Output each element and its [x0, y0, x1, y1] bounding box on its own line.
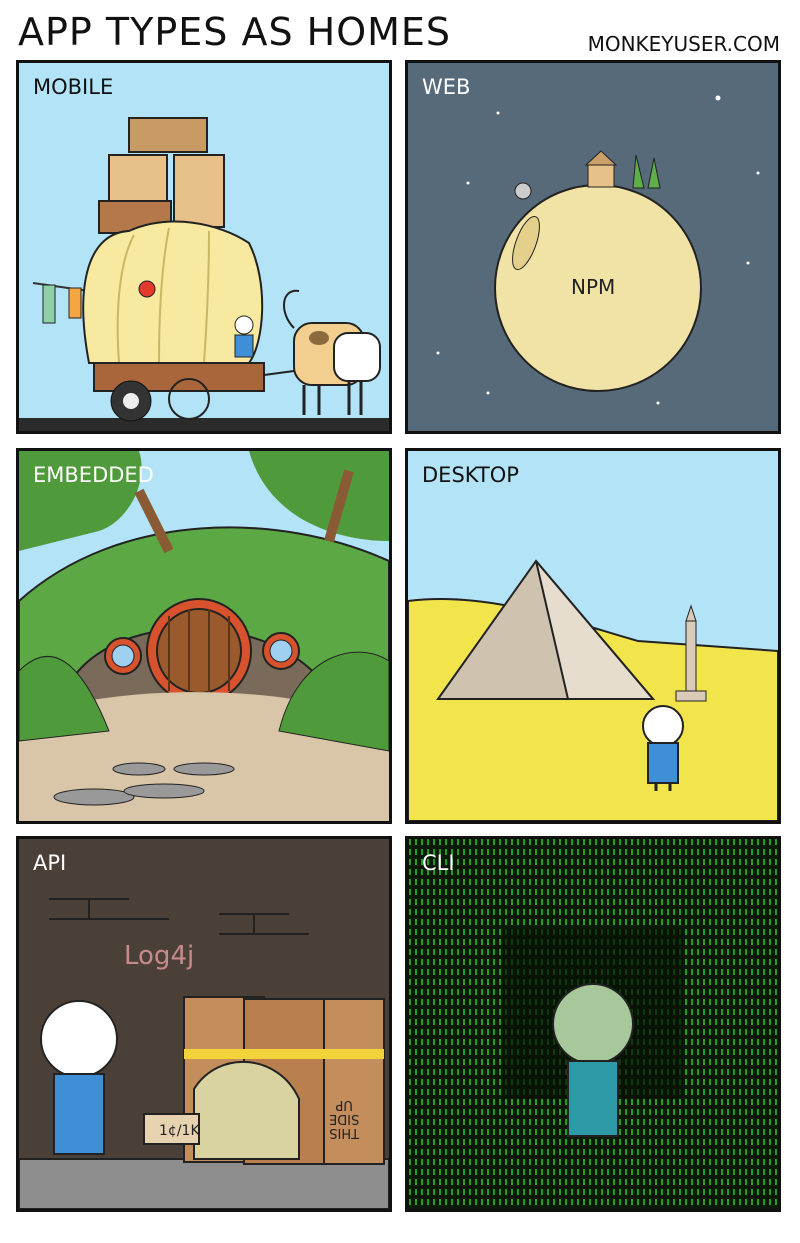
box-text-up: UP [335, 1097, 353, 1112]
comic-title: APP TYPES AS HOMES [18, 10, 452, 54]
svg-text:Log4j: Log4j [124, 941, 194, 971]
panel-label-embedded: EMBEDDED [33, 463, 154, 487]
panel-embedded: EMBEDDED [16, 448, 392, 824]
panel-web: WEB NPM [405, 60, 781, 434]
site-credit: MONKEYUSER.COM [587, 32, 780, 56]
panel-desktop: DESKTOP [405, 448, 781, 824]
panel-label-api: API [33, 851, 67, 875]
panel-api: API Log4j 1¢/1K THIS SIDE UP [16, 836, 392, 1212]
planet-label: NPM [571, 275, 616, 299]
pyramid-illustration [408, 559, 778, 821]
panel-label-desktop: DESKTOP [422, 463, 519, 487]
panel-label-web: WEB [422, 75, 471, 99]
hobbit-hole-illustration [19, 451, 389, 821]
matrix-room-illustration [408, 839, 778, 1209]
panel-label-cli: CLI [422, 851, 455, 875]
panel-mobile: MOBILE [16, 60, 392, 434]
box-text-side: SIDE [329, 1111, 360, 1126]
cardboard-box-illustration: Log4j [19, 898, 389, 1209]
covered-wagon-illustration [19, 117, 389, 431]
box-text-this: THIS [329, 1125, 360, 1140]
panel-cli: CLI [405, 836, 781, 1212]
price-sign-text: 1¢/1K [159, 1123, 200, 1139]
panel-label-mobile: MOBILE [33, 75, 114, 99]
box-label-upside-down: THIS SIDE UP [329, 1097, 360, 1140]
planet-illustration [436, 95, 760, 405]
